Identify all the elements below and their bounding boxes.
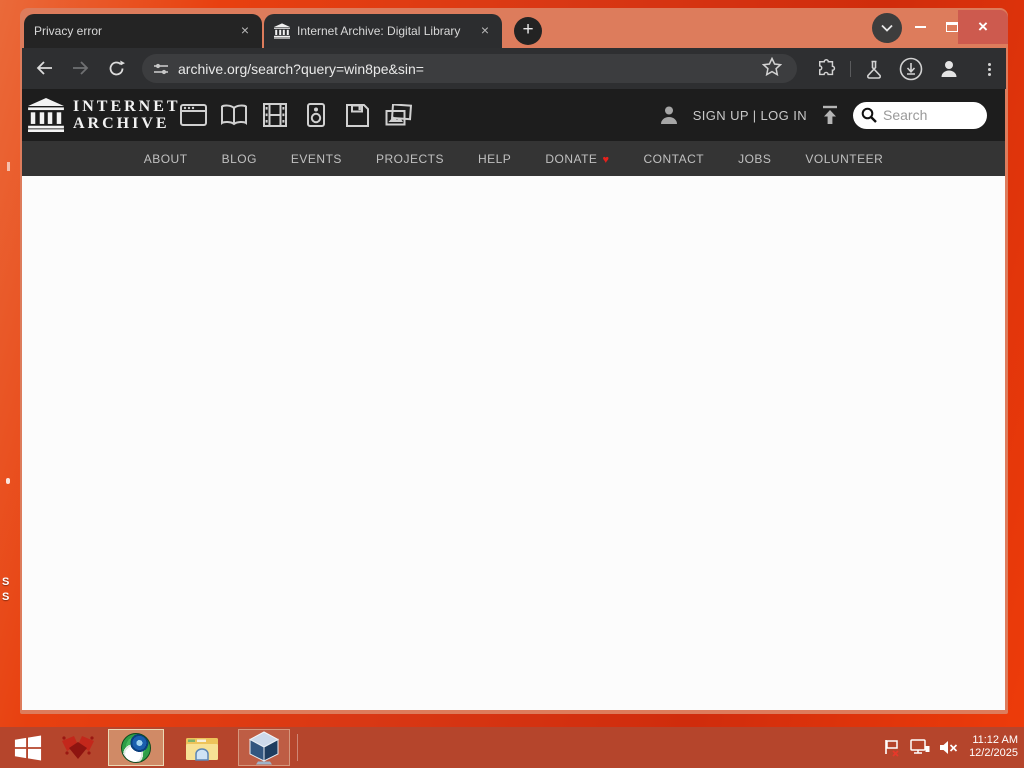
chevron-down-icon	[881, 24, 893, 32]
signup-login-links: SIGN UP | LOG IN	[693, 108, 807, 123]
images-media-icon[interactable]	[384, 102, 412, 128]
bookmark-button[interactable]	[761, 56, 784, 79]
account-area: SIGN UP | LOG IN	[658, 89, 987, 141]
sign-up-link[interactable]: SIGN UP	[693, 108, 749, 123]
taskbar-divider	[297, 734, 298, 761]
heart-icon: ♥	[602, 153, 610, 166]
virtualbox-icon	[248, 730, 280, 764]
internet-archive-logo[interactable]: INTERNET ARCHIVE	[28, 98, 181, 132]
browser-taskbar-button-active[interactable]	[108, 729, 164, 766]
flask-icon	[866, 60, 882, 79]
profile-icon	[941, 61, 957, 77]
software-media-icon[interactable]	[343, 102, 371, 128]
nav-link-volunteer[interactable]: VOLUNTEER	[805, 152, 883, 166]
reload-button[interactable]	[104, 56, 128, 80]
desktop-icon-label-fragment: S	[2, 591, 10, 603]
site-search-box[interactable]	[853, 101, 987, 129]
account-divider: |	[752, 107, 757, 123]
tab-title: Privacy error	[34, 24, 103, 38]
network-status-icon[interactable]	[910, 739, 930, 756]
audio-media-icon[interactable]	[302, 102, 330, 128]
internet-archive-wordmark: INTERNET ARCHIVE	[73, 98, 181, 132]
file-explorer-icon	[186, 737, 218, 761]
tab-close-icon[interactable]: ×	[236, 22, 254, 40]
action-center-flag-icon[interactable]	[884, 739, 901, 757]
extensions-button[interactable]	[815, 57, 839, 81]
nav-link-about[interactable]: ABOUT	[144, 152, 188, 166]
browser-toolbar: archive.org/search?query=win8pe&sin=	[22, 48, 1006, 89]
puzzle-icon	[819, 59, 836, 76]
kebab-menu-icon	[987, 61, 991, 78]
windows-logo-icon	[14, 734, 42, 761]
toolbar-divider	[850, 61, 851, 77]
star-icon	[761, 56, 783, 77]
virtualbox-taskbar-button[interactable]	[238, 729, 290, 766]
user-icon	[660, 106, 677, 124]
desktop: S S Privacy error × Internet Archive: Di	[0, 0, 1024, 768]
reload-icon	[109, 60, 125, 75]
search-icon	[861, 107, 877, 123]
nav-link-projects[interactable]: PROJECTS	[376, 152, 444, 166]
upload-icon[interactable]	[820, 105, 840, 125]
nav-link-events[interactable]: EVENTS	[291, 152, 342, 166]
site-info-icon[interactable]	[152, 60, 170, 78]
system-tray	[884, 727, 958, 768]
url-text[interactable]: archive.org/search?query=win8pe&sin=	[178, 61, 424, 77]
desktop-icon-fragment	[6, 478, 10, 484]
clock-date: 12/2/2025	[969, 747, 1018, 759]
internet-archive-favicon-icon	[273, 23, 291, 39]
maximize-icon	[946, 22, 958, 32]
archive-building-icon	[28, 98, 64, 132]
experiments-button[interactable]	[862, 57, 886, 81]
media-type-icons	[179, 102, 412, 128]
new-tab-button[interactable]: +	[514, 17, 542, 45]
minimize-icon	[914, 26, 926, 28]
volume-muted-icon[interactable]	[939, 739, 958, 756]
page-content: INTERNET ARCHIVE SIGN UP | LOG IN Search…	[22, 89, 1005, 710]
nav-link-donate[interactable]: DONATE ♥	[545, 152, 609, 166]
video-media-icon[interactable]	[261, 102, 289, 128]
site-nav-bar: ABOUT BLOG EVENTS PROJECTS HELP DONATE ♥ …	[22, 141, 1005, 176]
tab-internet-archive[interactable]: Internet Archive: Digital Library ×	[264, 14, 502, 48]
downloads-button[interactable]	[899, 57, 923, 81]
back-button[interactable]	[32, 56, 56, 80]
desktop-icon-fragment	[7, 162, 10, 171]
red-app-icon	[62, 735, 94, 759]
tab-close-icon[interactable]: ×	[476, 22, 494, 40]
desktop-icon-label-fragment: S	[2, 576, 10, 588]
nav-link-help[interactable]: HELP	[478, 152, 511, 166]
forward-arrow-icon	[72, 61, 88, 75]
close-window-button[interactable]: ×	[958, 10, 1008, 44]
nav-link-contact[interactable]: CONTACT	[643, 152, 704, 166]
browser-window: Privacy error × Internet Archive: Digita…	[20, 8, 1008, 714]
blank-results-area	[22, 176, 1005, 710]
internet-archive-header: INTERNET ARCHIVE SIGN UP | LOG IN Search	[22, 89, 1005, 141]
nav-link-blog[interactable]: BLOG	[222, 152, 257, 166]
forward-button[interactable]	[68, 56, 92, 80]
tab-privacy-error[interactable]: Privacy error ×	[24, 14, 262, 48]
address-bar[interactable]: archive.org/search?query=win8pe&sin=	[142, 54, 797, 83]
back-arrow-icon	[36, 61, 52, 75]
close-icon: ×	[978, 17, 988, 36]
minimize-button[interactable]	[908, 16, 932, 38]
tab-title: Internet Archive: Digital Library	[297, 24, 461, 38]
log-in-link[interactable]: LOG IN	[761, 108, 807, 123]
file-explorer-taskbar-button[interactable]	[176, 729, 228, 766]
browser-app-icon	[121, 732, 151, 763]
start-button[interactable]	[6, 729, 50, 766]
tab-strip: Privacy error × Internet Archive: Digita…	[20, 8, 1008, 48]
site-search-input[interactable]	[883, 107, 979, 123]
web-media-icon[interactable]	[179, 102, 207, 128]
download-icon	[899, 57, 923, 81]
profile-button[interactable]	[937, 57, 961, 81]
nav-link-jobs[interactable]: JOBS	[738, 152, 771, 166]
browser-menu-button[interactable]	[977, 57, 1001, 81]
taskbar-clock[interactable]: 11:12 AM 12/2/2025	[969, 734, 1018, 760]
red-app-taskbar-button[interactable]	[56, 729, 100, 766]
taskbar: 11:12 AM 12/2/2025	[0, 727, 1024, 768]
texts-media-icon[interactable]	[220, 102, 248, 128]
clock-time: 11:12 AM	[972, 734, 1018, 746]
tab-search-button[interactable]	[872, 13, 902, 43]
